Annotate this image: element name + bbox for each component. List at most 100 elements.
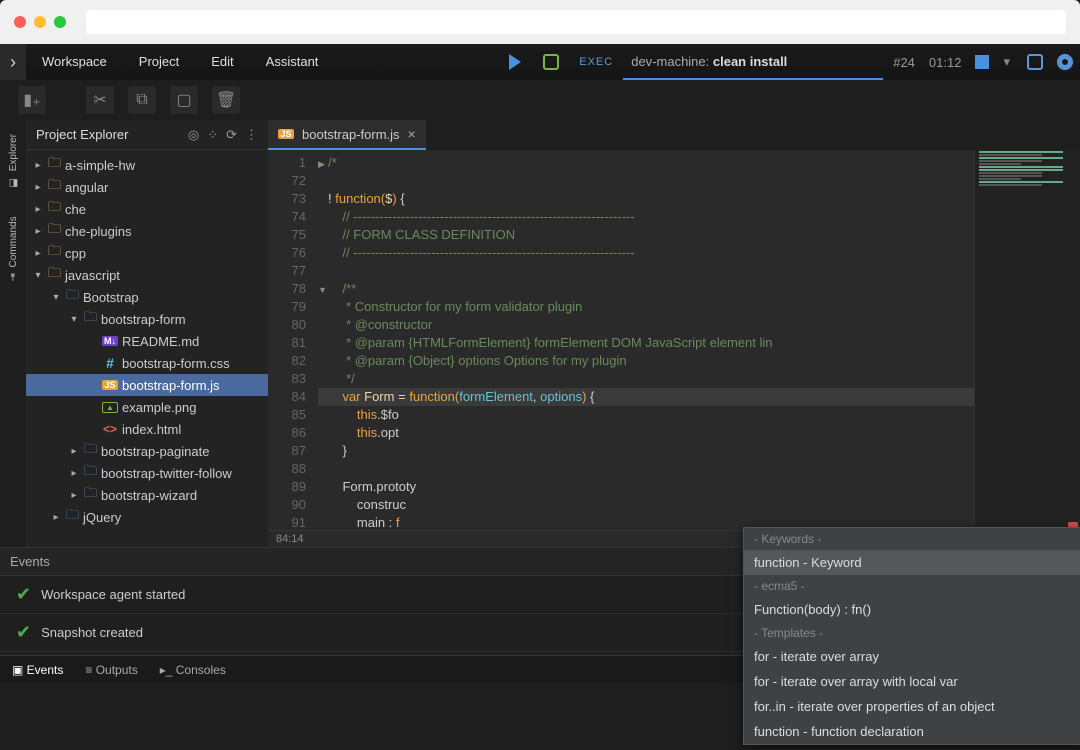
- collapse-icon[interactable]: ⁘: [207, 127, 218, 143]
- chevron-icon: ▸: [68, 490, 80, 501]
- max-dot[interactable]: [54, 16, 66, 28]
- bottom-consoles[interactable]: ▸_ Consoles: [160, 663, 226, 677]
- folder-icon: 🗀: [84, 440, 97, 462]
- event-text: Snapshot created: [41, 625, 143, 640]
- tree-item[interactable]: <>index.html: [26, 418, 268, 440]
- tab-active[interactable]: JS bootstrap-form.js ×: [268, 120, 426, 150]
- tree-item[interactable]: ▸🗀che-plugins: [26, 220, 268, 242]
- chevron-icon: ▸: [68, 446, 80, 457]
- tree-item[interactable]: ▸ 🗀 che: [26, 198, 268, 220]
- js-icon: JS: [278, 129, 294, 139]
- tree-item[interactable]: ▾🗀Bootstrap: [26, 286, 268, 308]
- play-icon: [509, 54, 521, 70]
- image-icon: ▲: [102, 402, 118, 413]
- more-icon[interactable]: ⋮: [245, 127, 258, 143]
- bug-icon: [543, 54, 559, 70]
- ac-item[interactable]: for - iterate over array: [744, 644, 1080, 669]
- tree-label: jQuery: [83, 510, 121, 525]
- md-icon: M↓: [102, 336, 118, 346]
- tree-item[interactable]: #bootstrap-form.css: [26, 352, 268, 374]
- tree-label: che: [65, 202, 86, 217]
- fold-icon[interactable]: ▶: [318, 155, 328, 173]
- close-dot[interactable]: [14, 16, 26, 28]
- menu-edit[interactable]: Edit: [195, 44, 249, 80]
- tree-item[interactable]: ▸🗀bootstrap-twitter-follow: [26, 462, 268, 484]
- bottom-events[interactable]: ▣ Events: [12, 663, 63, 677]
- chevron-icon: ▸: [32, 204, 44, 215]
- dropdown-icon[interactable]: ▾: [1003, 54, 1010, 70]
- tree-item[interactable]: ▸ 🗀 a-simple-hw: [26, 154, 268, 176]
- exec-command[interactable]: dev-machine: clean install: [623, 44, 883, 80]
- tree-label: Bootstrap: [83, 290, 139, 305]
- folder-icon: 🗀: [84, 484, 97, 506]
- chevron-icon: ▾: [68, 314, 80, 325]
- debug-button[interactable]: [533, 44, 569, 80]
- new-file-button[interactable]: ▮₊: [18, 86, 46, 114]
- folder-icon: 🗀: [48, 176, 61, 198]
- tree-label: cpp: [65, 246, 86, 261]
- chevron-icon: ▸: [32, 160, 44, 171]
- autocomplete-popup[interactable]: - Keywords -function - Keyword- ecma5 -F…: [743, 527, 1080, 745]
- tree-label: bootstrap-wizard: [101, 488, 197, 503]
- exec-label: EXEC: [569, 56, 623, 68]
- top-menubar: › WorkspaceProjectEditAssistant EXEC dev…: [0, 44, 1080, 80]
- event-text: Workspace agent started: [41, 587, 185, 602]
- tree-item[interactable]: M↓README.md: [26, 330, 268, 352]
- refresh-icon[interactable]: ⟳: [226, 127, 237, 143]
- tree-item[interactable]: ▸🗀angular: [26, 176, 268, 198]
- settings-icon[interactable]: [1050, 47, 1080, 77]
- folder-icon: 🗀: [48, 264, 61, 286]
- tree-label: bootstrap-form.js: [122, 378, 220, 393]
- paste-button[interactable]: ▢: [170, 86, 198, 114]
- tree-item[interactable]: ▸🗀cpp: [26, 242, 268, 264]
- fold-icon[interactable]: ▼: [318, 281, 328, 299]
- tree-label: a-simple-hw: [65, 158, 135, 173]
- close-icon[interactable]: ×: [408, 126, 416, 142]
- tree-item[interactable]: ▲ example.png: [26, 396, 268, 418]
- project-explorer: Project Explorer ◎ ⁘ ⟳ ⋮ ▸🗀a-simple-hw▸🗀…: [26, 120, 268, 547]
- minimap[interactable]: [974, 150, 1080, 530]
- css-icon: #: [102, 355, 118, 371]
- chevron-icon: ▸: [32, 226, 44, 237]
- tree-item[interactable]: ▸🗀jQuery: [26, 506, 268, 528]
- ac-item[interactable]: function - function declaration: [744, 719, 1080, 744]
- ac-item[interactable]: for - iterate over array with local var: [744, 669, 1080, 694]
- delete-button[interactable]: 🗑: [212, 86, 240, 114]
- cut-button[interactable]: ✂: [86, 86, 114, 114]
- rail-explorer[interactable]: ◧ Explorer: [8, 120, 19, 202]
- ac-group-label: - Templates -: [744, 622, 1080, 644]
- url-bar[interactable]: [86, 10, 1066, 34]
- folder-icon: 🗀: [84, 308, 97, 330]
- tree-item[interactable]: ▾🗀javascript: [26, 264, 268, 286]
- folder-icon: 🗀: [66, 506, 79, 528]
- menu-workspace[interactable]: Workspace: [26, 44, 123, 80]
- tree-item[interactable]: JSbootstrap-form.js: [26, 374, 268, 396]
- link-icon[interactable]: ◎: [188, 127, 199, 143]
- menu-project[interactable]: Project: [123, 44, 195, 80]
- tree-label: index.html: [122, 422, 181, 437]
- run-button[interactable]: [497, 44, 533, 80]
- ac-item[interactable]: for..in - iterate over properties of an …: [744, 694, 1080, 719]
- menu-assistant[interactable]: Assistant: [250, 44, 335, 80]
- folder-icon: 🗀: [84, 462, 97, 484]
- tree-label: example.png: [122, 400, 196, 415]
- tree-item[interactable]: ▸🗀bootstrap-paginate: [26, 440, 268, 462]
- copy-button[interactable]: ⧉: [128, 86, 156, 114]
- tab-bar: JS bootstrap-form.js ×: [268, 120, 1080, 150]
- remote-icon[interactable]: [1020, 47, 1050, 77]
- rail-commands[interactable]: ⇥ Commands: [8, 202, 19, 296]
- min-dot[interactable]: [34, 16, 46, 28]
- code-editor[interactable]: 1727374757677787980818283848586878889909…: [268, 150, 1080, 530]
- ac-group-label: - ecma5 -: [744, 575, 1080, 597]
- expand-menu-button[interactable]: ›: [0, 44, 26, 80]
- bottom-outputs[interactable]: ≡ Outputs: [85, 663, 137, 677]
- tree-item[interactable]: ▾🗀bootstrap-form: [26, 308, 268, 330]
- folder-icon: 🗀: [48, 154, 61, 176]
- commands-icon: ⇥: [8, 273, 19, 281]
- tree-item[interactable]: ▸ 🗀 bootstrap-wizard: [26, 484, 268, 506]
- ac-item[interactable]: Function(body) : fn(): [744, 597, 1080, 622]
- stop-button[interactable]: [975, 55, 989, 69]
- ac-item[interactable]: function - Keyword: [744, 550, 1080, 575]
- folder-icon: 🗀: [48, 198, 61, 220]
- ac-group-label: - Keywords -: [744, 528, 1080, 550]
